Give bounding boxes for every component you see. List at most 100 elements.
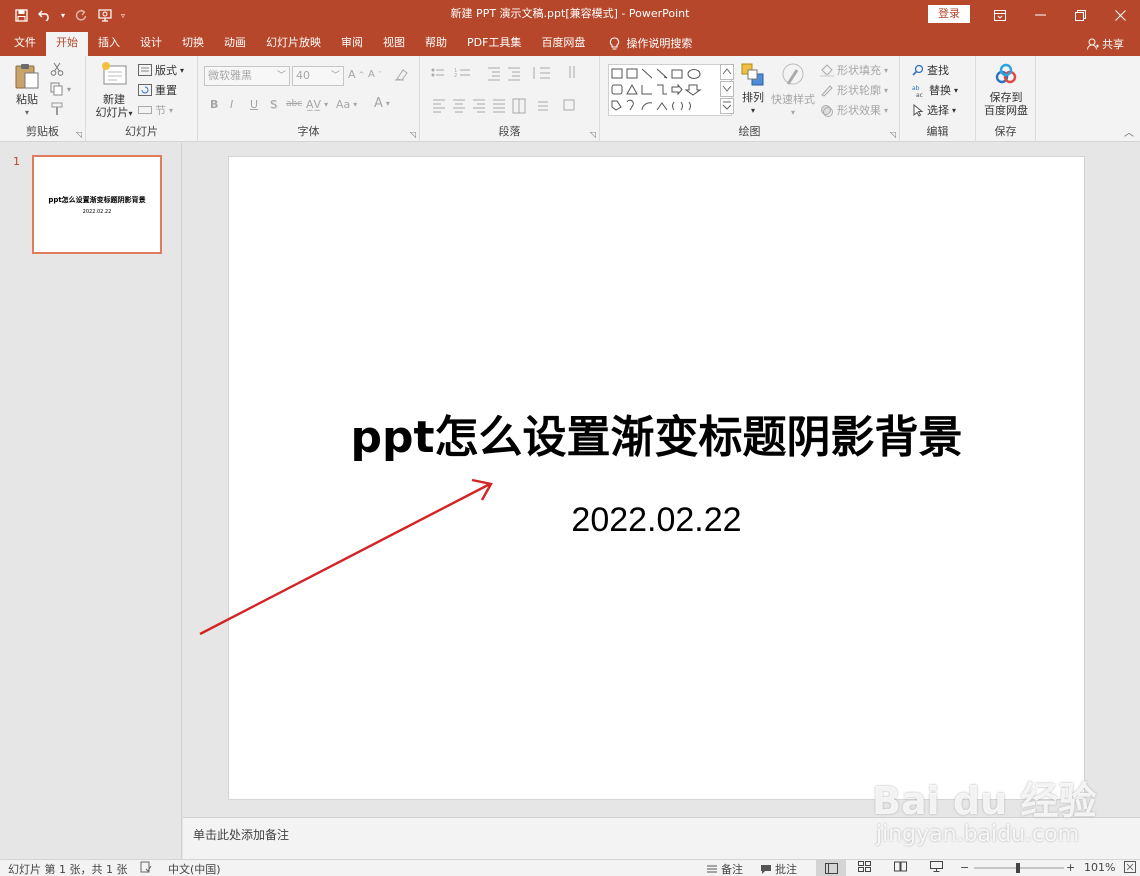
tell-me-label: 操作说明搜索 (626, 37, 693, 50)
gallery-scroll[interactable] (720, 64, 734, 114)
login-button[interactable]: 登录 (928, 5, 970, 23)
underline-icon[interactable]: U (250, 98, 258, 111)
tab-help[interactable]: 帮助 (415, 32, 457, 56)
increase-font-size-icon[interactable]: A ^ (348, 68, 364, 81)
start-from-beginning-icon[interactable] (94, 4, 116, 26)
save-to-baidu-button[interactable]: 保存到 百度网盘 (980, 62, 1032, 117)
arrange-button[interactable]: 排列 ▾ (738, 62, 768, 117)
undo-icon[interactable] (34, 4, 56, 26)
decrease-font-size-icon[interactable]: Aˇ (368, 69, 381, 80)
language-indicator[interactable]: 中文(中国) (168, 861, 221, 876)
minimize-icon[interactable] (1020, 0, 1060, 30)
character-spacing-icon[interactable]: A̲V̲ ▾ (306, 98, 328, 111)
italic-icon[interactable]: I (230, 98, 233, 111)
customize-qat-icon[interactable]: ▿ (118, 4, 128, 26)
copy-icon[interactable]: ▾ (50, 82, 71, 96)
section-label: 节 (155, 104, 166, 117)
tab-file[interactable]: 文件 (0, 32, 46, 56)
reading-view-icon[interactable] (894, 861, 907, 872)
comments-button[interactable]: 批注 (760, 861, 797, 876)
shape-outline-label: 形状轮廓 (837, 84, 881, 97)
select-button[interactable]: 选择 ▾ (912, 102, 956, 118)
tab-view[interactable]: 视图 (373, 32, 415, 56)
normal-view-icon[interactable] (816, 860, 846, 876)
slide-thumbnail[interactable]: ppt怎么设置渐变标题阴影背景 2022.02.22 (32, 155, 162, 254)
text-shadow-icon[interactable]: S (270, 98, 277, 111)
zoom-out-button[interactable]: − (960, 861, 969, 874)
tab-animations[interactable]: 动画 (214, 32, 256, 56)
paragraph-launcher-icon[interactable]: ◹ (590, 130, 596, 139)
cut-icon[interactable] (50, 62, 64, 76)
slide-sorter-view-icon[interactable] (858, 861, 871, 872)
slide-title[interactable]: ppt怎么设置渐变标题阴影背景 (229, 401, 1084, 465)
undo-dropdown-icon[interactable]: ▾ (58, 4, 68, 26)
layout-button[interactable]: 版式 ▾ (138, 62, 184, 78)
restore-icon[interactable] (1060, 0, 1100, 30)
tab-baidu-netdisk[interactable]: 百度网盘 (531, 32, 595, 56)
save-icon[interactable] (10, 4, 32, 26)
clipboard-launcher-icon[interactable]: ◹ (76, 130, 82, 139)
zoom-slider[interactable] (974, 860, 1066, 876)
paste-label: 粘贴 (16, 93, 38, 106)
shape-effects-icon (821, 104, 833, 117)
paragraph-group: 12 段落 ◹ (420, 56, 600, 142)
ribbon-display-options-icon[interactable] (980, 0, 1020, 30)
font-color-icon[interactable]: A ▾ (374, 96, 390, 111)
find-button[interactable]: 查找 (912, 62, 949, 78)
new-slide-button[interactable]: 新建 幻灯片▾ (92, 60, 136, 120)
format-painter-icon[interactable] (50, 102, 64, 116)
strikethrough-icon[interactable]: abc (286, 99, 302, 109)
chevron-down-icon: ﹀ (276, 71, 286, 81)
align-left-icon (433, 99, 445, 113)
slideshow-view-icon[interactable] (930, 861, 943, 872)
font-group-label: 字体 (297, 125, 320, 138)
font-size-combo[interactable]: 40 ﹀ (292, 66, 344, 86)
zoom-in-button[interactable]: + (1066, 861, 1075, 874)
clear-formatting-icon[interactable] (394, 68, 408, 81)
tab-review[interactable]: 审阅 (331, 32, 373, 56)
section-button[interactable]: 节 ▾ (138, 102, 173, 118)
shape-outline-button[interactable]: 形状轮廓 ▾ (820, 82, 888, 98)
paragraph-tools-icons: 12 (431, 66, 575, 114)
baidu-netdisk-icon (995, 63, 1017, 84)
shape-effects-button[interactable]: 形状效果 ▾ (820, 102, 888, 118)
tab-insert[interactable]: 插入 (88, 32, 130, 56)
quick-styles-button[interactable]: 快速样式 ▾ (770, 62, 816, 119)
tab-home[interactable]: 开始 (46, 32, 88, 56)
change-case-icon[interactable]: Aa ▾ (336, 98, 357, 111)
replace-button[interactable]: ab ac 替换 ▾ (912, 82, 958, 98)
save-group: 保存到 百度网盘 保存 (976, 56, 1036, 142)
zoom-level[interactable]: 101% (1084, 861, 1115, 874)
reset-button[interactable]: 重置 (138, 82, 177, 98)
tab-design[interactable]: 设计 (130, 32, 172, 56)
slide-thumbnail-pane: 1 ppt怎么设置渐变标题阴影背景 2022.02.22 (0, 143, 182, 859)
shape-fill-button[interactable]: 形状填充 ▾ (820, 62, 888, 78)
slides-group: 新建 幻灯片▾ 版式 ▾ 重置 节 ▾ 幻灯片 (86, 56, 198, 142)
tell-me-search[interactable]: 操作说明搜索 (599, 32, 702, 56)
notes-pane[interactable]: 单击此处添加备注 (183, 817, 1140, 859)
shapes-gallery[interactable] (608, 64, 732, 116)
tab-slideshow[interactable]: 幻灯片放映 (256, 32, 331, 56)
new-slide-icon (102, 62, 127, 85)
close-icon[interactable] (1100, 0, 1140, 30)
slide-thumbnail-number: 1 (13, 155, 20, 168)
paragraph-group-label: 段落 (498, 125, 521, 138)
spell-check-icon[interactable] (140, 861, 152, 873)
paste-button[interactable]: 粘贴 ▾ (8, 62, 46, 119)
font-name-combo[interactable]: 微软雅黑 ﹀ (204, 66, 290, 86)
slide-subtitle[interactable]: 2022.02.22 (229, 501, 1084, 540)
share-button[interactable]: 共享 (1087, 36, 1124, 52)
slide-info[interactable]: 幻灯片 第 1 张，共 1 张 (8, 861, 127, 876)
tab-pdf-tools[interactable]: PDF工具集 (457, 32, 531, 56)
increase-indent-icon (508, 67, 520, 81)
slide-canvas[interactable]: ppt怎么设置渐变标题阴影背景 2022.02.22 (228, 156, 1085, 800)
drawing-launcher-icon[interactable]: ◹ (890, 130, 896, 139)
drawing-group: 排列 ▾ 快速样式 ▾ 形状填充 ▾ 形状轮廓 ▾ 形状效果 ▾ 绘图 ◹ (600, 56, 900, 142)
fit-to-window-icon[interactable] (1124, 861, 1136, 873)
notes-toggle-button[interactable]: 备注 (706, 861, 743, 876)
tab-transitions[interactable]: 切换 (172, 32, 214, 56)
collapse-ribbon-icon[interactable]: ︿ (1124, 124, 1134, 139)
bold-icon[interactable]: B (210, 98, 218, 111)
font-launcher-icon[interactable]: ◹ (410, 130, 416, 139)
redo-icon[interactable] (70, 4, 92, 26)
